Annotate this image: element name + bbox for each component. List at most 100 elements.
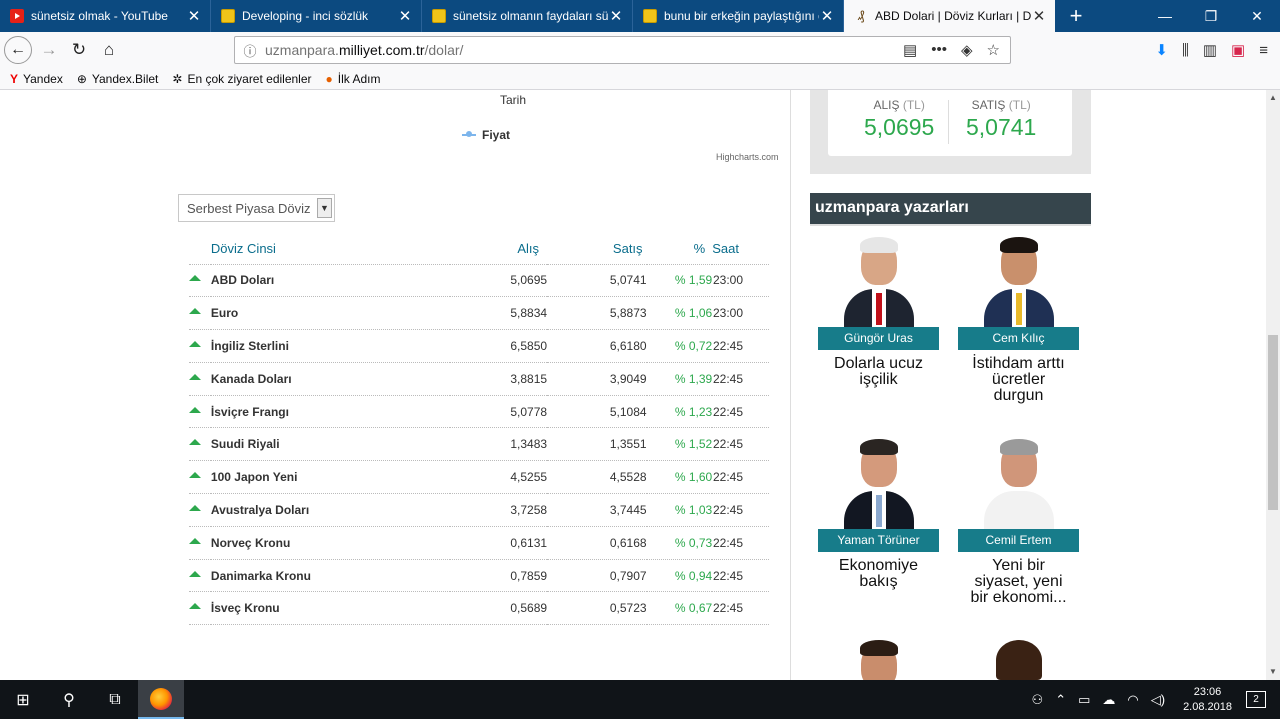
task-view-icon[interactable]: ⧉ bbox=[92, 680, 138, 719]
currency-name[interactable]: Kanada Doları bbox=[210, 362, 450, 396]
chart-legend[interactable]: Fiyat bbox=[462, 128, 510, 142]
currency-name[interactable]: Euro bbox=[210, 296, 450, 331]
chart-credit-link[interactable]: Highcharts.com bbox=[716, 152, 779, 162]
action-center-icon[interactable]: 2 bbox=[1246, 691, 1266, 708]
taskbar-clock[interactable]: 23:06 2.08.2018 bbox=[1183, 685, 1232, 715]
close-icon[interactable]: ✕ bbox=[397, 7, 413, 25]
writer-name[interactable]: Güngör Uras bbox=[818, 327, 939, 350]
header-buy[interactable]: Alış bbox=[449, 234, 548, 265]
tab-youtube[interactable]: sünetsiz olmak - YouTube ✕ bbox=[0, 0, 211, 32]
writer-card-partial[interactable] bbox=[818, 638, 939, 680]
close-icon[interactable]: ✕ bbox=[819, 7, 835, 25]
forward-button[interactable]: → bbox=[34, 35, 64, 65]
writer-card[interactable]: Yaman Törüner Ekonomiye bakış bbox=[818, 437, 939, 590]
wifi-icon[interactable]: ◠ bbox=[1127, 692, 1138, 708]
bookmark-yandex-bilet[interactable]: ⊕ Yandex.Bilet bbox=[77, 72, 159, 86]
library-icon[interactable]: ⫼ bbox=[1182, 42, 1189, 59]
currency-name[interactable]: Norveç Kronu bbox=[210, 526, 450, 560]
currency-name[interactable]: İsviçre Frangı bbox=[210, 395, 450, 429]
writer-article-title[interactable]: Dolarla ucuz işçilik bbox=[818, 356, 939, 388]
writer-article-title[interactable]: Ekonomiye bakış bbox=[818, 558, 939, 590]
writer-card[interactable]: Cemil Ertem Yeni bir siyaset, yeni bir e… bbox=[958, 437, 1079, 606]
home-button[interactable]: ⌂ bbox=[94, 35, 124, 65]
scroll-down-icon[interactable]: ▼ bbox=[1266, 664, 1280, 680]
reader-view-icon[interactable]: ▤ bbox=[903, 41, 917, 59]
currency-name[interactable]: ABD Doları bbox=[210, 264, 450, 298]
address-bar[interactable]: ⓘ uzmanpara.milliyet.com.tr/dolar/ ▤ •••… bbox=[234, 36, 1011, 64]
windows-start-icon[interactable]: ⊞ bbox=[0, 680, 46, 719]
tab-abd-dolari[interactable]: ₰ ABD Dolari | Döviz Kurları | Dövi ✕ bbox=[844, 0, 1055, 32]
close-icon[interactable]: ✕ bbox=[608, 7, 624, 25]
restore-icon[interactable]: ❐ bbox=[1188, 0, 1234, 32]
search-icon[interactable]: ⚲ bbox=[46, 680, 92, 719]
currency-name[interactable]: İsveç Kronu bbox=[210, 591, 450, 626]
info-icon[interactable]: ⓘ bbox=[235, 41, 265, 60]
writer-card[interactable]: Cem Kılıç İstihdam arttı ücretler durgun bbox=[958, 235, 1079, 404]
writer-article-title[interactable]: İstihdam arttı ücretler durgun bbox=[958, 356, 1079, 404]
close-window-icon[interactable]: ✕ bbox=[1234, 0, 1280, 32]
close-icon[interactable]: ✕ bbox=[186, 7, 202, 25]
table-row[interactable]: Norveç Kronu 0,6131 0,6168% 0,73 22:45 bbox=[189, 526, 769, 560]
writer-photo[interactable] bbox=[843, 235, 914, 327]
onedrive-icon[interactable]: ☁ bbox=[1102, 692, 1115, 708]
currency-name[interactable]: 100 Japon Yeni bbox=[210, 460, 450, 495]
writer-name[interactable]: Yaman Törüner bbox=[818, 529, 939, 552]
market-select[interactable]: Serbest Piyasa Döviz ▼ bbox=[178, 194, 335, 222]
table-row[interactable]: İsveç Kronu 0,5689 0,5723% 0,67 22:45 bbox=[189, 591, 769, 626]
download-icon[interactable]: ⬇ bbox=[1155, 41, 1168, 59]
volume-icon[interactable]: ◁) bbox=[1151, 692, 1165, 708]
writer-photo[interactable] bbox=[983, 235, 1054, 327]
table-row[interactable]: ABD Doları 5,0695 5,0741% 1,59 23:00 bbox=[189, 264, 769, 298]
currency-name[interactable]: Suudi Riyali bbox=[210, 427, 450, 462]
back-button[interactable]: ← bbox=[4, 36, 32, 64]
table-row[interactable]: Euro 5,8834 5,8873% 1,06 23:00 bbox=[189, 296, 769, 331]
reload-button[interactable]: ↻ bbox=[64, 35, 94, 65]
table-row[interactable]: Danimarka Kronu 0,7859 0,7907% 0,94 22:45 bbox=[189, 559, 769, 593]
table-row[interactable]: İsviçre Frangı 5,0778 5,1084% 1,23 22:45 bbox=[189, 395, 769, 429]
currency-name[interactable]: Avustralya Doları bbox=[210, 493, 450, 527]
writer-photo[interactable] bbox=[983, 437, 1054, 529]
people-icon[interactable]: ⚇ bbox=[1032, 692, 1044, 708]
bookmark-yandex[interactable]: Y Yandex bbox=[10, 72, 63, 86]
minimize-icon[interactable]: — bbox=[1142, 0, 1188, 32]
table-row[interactable]: 100 Japon Yeni 4,5255 4,5528% 1,60 22:45 bbox=[189, 460, 769, 495]
header-time[interactable]: Saat bbox=[712, 234, 769, 265]
scroll-up-icon[interactable]: ▲ bbox=[1266, 90, 1280, 106]
chevron-up-icon[interactable]: ⌃ bbox=[1055, 692, 1066, 708]
writer-card[interactable]: Güngör Uras Dolarla ucuz işçilik bbox=[818, 235, 939, 388]
chevron-down-icon[interactable]: ▼ bbox=[317, 198, 332, 218]
scrollbar-thumb[interactable] bbox=[1268, 335, 1278, 510]
page-actions-icon[interactable]: ••• bbox=[931, 41, 947, 59]
writer-photo[interactable] bbox=[844, 638, 914, 680]
menu-icon[interactable]: ≡ bbox=[1259, 42, 1268, 59]
close-icon[interactable]: ✕ bbox=[1031, 7, 1047, 25]
tab-inci-faydalari[interactable]: sünetsiz olmanın faydaları süne ✕ bbox=[422, 0, 633, 32]
bookmark-star-icon[interactable]: ☆ bbox=[987, 41, 1000, 59]
pocket-list-icon[interactable]: ▣ bbox=[1231, 41, 1245, 59]
writer-article-title[interactable]: Yeni bir siyaset, yeni bir ekonomi... bbox=[958, 558, 1079, 606]
table-row[interactable]: Suudi Riyali 1,3483 1,3551% 1,52 22:45 bbox=[189, 427, 769, 462]
bookmark-ilk-adim[interactable]: ● İlk Adım bbox=[326, 72, 381, 86]
bookmark-most-visited[interactable]: ✲ En çok ziyaret edilenler bbox=[172, 72, 311, 86]
firefox-taskbar-button[interactable] bbox=[138, 680, 184, 719]
writer-name[interactable]: Cemil Ertem bbox=[958, 529, 1079, 552]
new-tab-button[interactable]: + bbox=[1055, 0, 1097, 32]
table-row[interactable]: İngiliz Sterlini 6,5850 6,6180% 0,72 22:45 bbox=[189, 329, 769, 363]
writer-name[interactable]: Cem Kılıç bbox=[958, 327, 1079, 350]
writer-photo[interactable] bbox=[843, 437, 914, 529]
currency-name[interactable]: İngiliz Sterlini bbox=[210, 329, 450, 363]
header-currency[interactable]: Döviz Cinsi bbox=[210, 234, 450, 265]
header-sell[interactable]: Satış bbox=[547, 234, 647, 265]
sidebar-icon[interactable]: ▥ bbox=[1203, 41, 1217, 59]
currency-name[interactable]: Danimarka Kronu bbox=[210, 559, 450, 593]
writer-card-partial[interactable] bbox=[958, 638, 1079, 680]
vertical-scrollbar[interactable]: ▲ ▼ bbox=[1266, 90, 1280, 680]
table-row[interactable]: Kanada Doları 3,8815 3,9049% 1,39 22:45 bbox=[189, 362, 769, 396]
writer-photo[interactable] bbox=[984, 638, 1054, 680]
tab-inci-developing[interactable]: Developing - inci sözlük ✕ bbox=[211, 0, 422, 32]
header-change[interactable]: % bbox=[646, 234, 713, 265]
table-row[interactable]: Avustralya Doları 3,7258 3,7445% 1,03 22:45 bbox=[189, 493, 769, 527]
tab-inci-paylastigini[interactable]: bunu bir erkeğin paylaştığını dü ✕ bbox=[633, 0, 844, 32]
pocket-icon[interactable]: ◈ bbox=[961, 41, 973, 59]
url-text[interactable]: uzmanpara.milliyet.com.tr/dolar/ bbox=[265, 42, 903, 58]
